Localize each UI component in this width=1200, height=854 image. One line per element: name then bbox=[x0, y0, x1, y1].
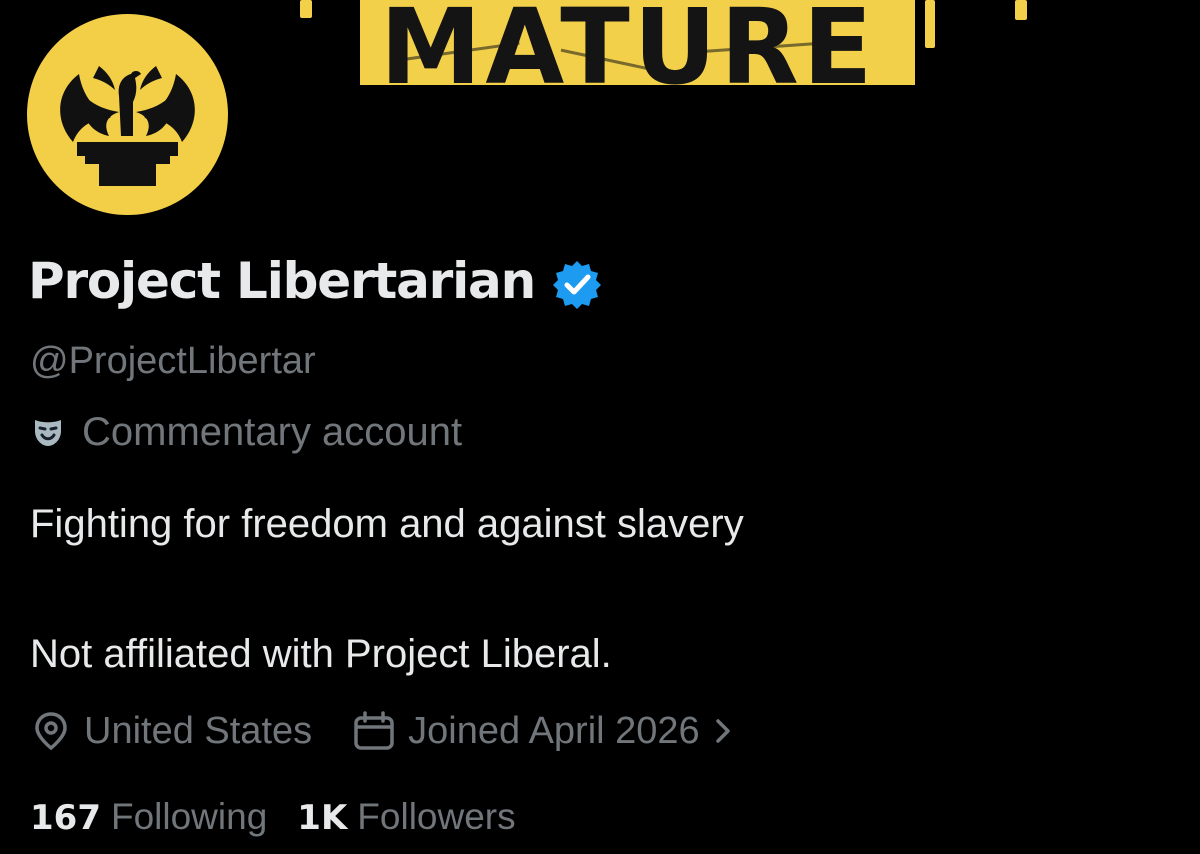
follow-stats: 167 Following 1K Followers bbox=[30, 798, 516, 835]
following-link[interactable]: 167 Following bbox=[30, 798, 267, 835]
banner-image: MATURE bbox=[360, 0, 915, 85]
calendar-icon bbox=[354, 711, 394, 750]
chevron-right-icon bbox=[715, 719, 730, 743]
theater-masks-icon bbox=[35, 420, 61, 446]
profile-handle: @ProjectLibertar bbox=[30, 340, 316, 382]
location-text: United States bbox=[84, 710, 313, 752]
account-label-text: Commentary account bbox=[82, 410, 463, 454]
bio-text: Fighting for freedom and against slavery bbox=[30, 502, 744, 546]
bio-text: Not affiliated with Project Liberal. bbox=[30, 632, 612, 676]
joined-text: Joined April 2026 bbox=[408, 710, 700, 752]
followers-count: 1K bbox=[297, 798, 348, 838]
banner-paint-drip bbox=[1015, 0, 1027, 20]
profile-avatar[interactable] bbox=[27, 14, 228, 215]
banner-paint-drip bbox=[300, 0, 312, 18]
joined-date[interactable]: Joined April 2026 bbox=[352, 710, 734, 752]
banner-paint-drip bbox=[925, 0, 935, 48]
display-name: Project Libertarian bbox=[28, 252, 536, 310]
display-name-row: Project Libertarian bbox=[28, 252, 603, 310]
location-pin-icon bbox=[35, 712, 67, 751]
following-label: Following bbox=[110, 796, 268, 837]
account-label: Commentary account bbox=[32, 412, 462, 452]
following-count: 167 bbox=[30, 798, 101, 838]
location: United States bbox=[30, 710, 312, 752]
phoenix-logo-icon bbox=[60, 66, 195, 186]
followers-link[interactable]: 1K Followers bbox=[297, 798, 515, 835]
profile-meta: United States Joined April 2026 bbox=[30, 710, 734, 752]
verified-badge-icon[interactable] bbox=[551, 258, 603, 310]
followers-label: Followers bbox=[357, 796, 516, 837]
